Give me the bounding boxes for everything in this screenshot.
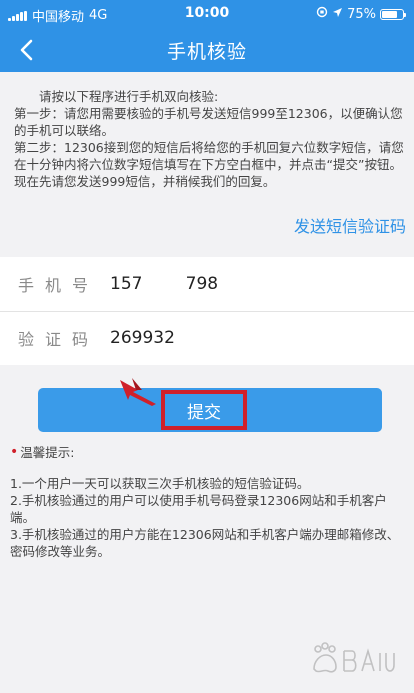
phone-label: 手机号 — [18, 276, 100, 295]
submit-bar[interactable]: 提交 — [38, 388, 382, 432]
code-label: 验证码 — [18, 330, 100, 349]
location-icon — [332, 7, 343, 22]
verification-form: 手机号 验证码 — [0, 257, 414, 365]
instructions-step2: 第二步：12306接到您的短信后将给您的手机回复六位数字短信，请您在十分钟内将六… — [14, 140, 404, 189]
tip-item-1: 1.一个用户一天可以获取三次手机核验的短信验证码。 — [10, 476, 310, 491]
tips-section: • 温馨提示: 1.一个用户一天可以获取三次手机核验的短信验证码。 2.手机核验… — [10, 444, 406, 560]
battery-icon — [380, 8, 406, 20]
lock-rotation-icon — [316, 6, 328, 22]
nav-bar: 手机核验 — [0, 28, 414, 72]
instructions-step1: 第一步：请您用需要核验的手机号发送短信999至12306，以便确认您的手机可以联… — [14, 106, 403, 138]
tip-item-2: 2.手机核验通过的用户可以使用手机号码登录12306网站和手机客户端。 — [10, 493, 387, 525]
tips-title: • 温馨提示: — [10, 444, 406, 461]
status-bar: 中国移动 4G 10:00 75% — [0, 0, 414, 28]
page-title: 手机核验 — [166, 41, 247, 63]
code-input[interactable] — [110, 323, 390, 353]
phone-row: 手机号 — [0, 257, 414, 311]
annotation-arrow-icon — [120, 378, 156, 406]
send-sms-code-link[interactable]: 发送短信验证码 — [294, 213, 406, 237]
tips-title-text: 温馨提示: — [20, 445, 75, 460]
phone-input[interactable] — [110, 269, 390, 299]
tip-item-3: 3.手机核验通过的用户方能在12306网站和手机客户端办理邮箱修改、密码修改等业… — [10, 527, 400, 559]
baidu-watermark-logo — [313, 642, 395, 673]
instructions-intro: 请按以下程序进行手机双向核验: — [39, 89, 219, 104]
status-right: 75% — [316, 6, 406, 22]
code-row: 验证码 — [0, 311, 414, 365]
tips-list: 1.一个用户一天可以获取三次手机核验的短信验证码。 2.手机核验通过的用户可以使… — [10, 475, 406, 560]
instructions: 请按以下程序进行手机双向核验: 第一步：请您用需要核验的手机号发送短信999至1… — [14, 88, 404, 190]
tips-dot-icon: • — [10, 444, 19, 460]
battery-percent: 75% — [347, 6, 376, 22]
submit-button[interactable]: 提交 — [161, 390, 247, 430]
